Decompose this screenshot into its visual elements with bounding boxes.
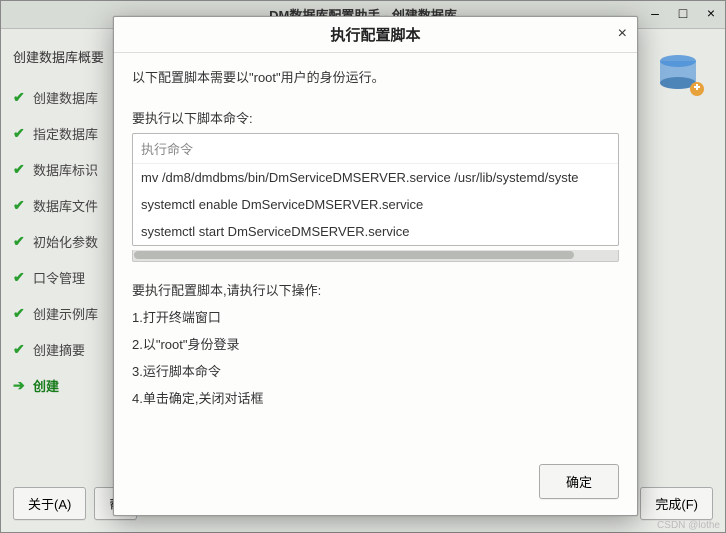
instruction-item: 1.打开终端窗口 [132, 307, 619, 326]
horizontal-scrollbar[interactable] [132, 250, 619, 262]
window-controls: – □ × [645, 3, 721, 23]
command-line[interactable]: systemctl enable DmServiceDMSERVER.servi… [133, 191, 618, 218]
step-label: 初始化参数 [33, 232, 98, 251]
arrow-right-icon: ➔ [13, 377, 27, 394]
dialog-body: 以下配置脚本需要以"root"用户的身份运行。 要执行以下脚本命令: 执行命令 … [114, 53, 637, 454]
step-label: 创建示例库 [33, 304, 98, 323]
check-icon: ✔ [13, 89, 27, 106]
commands-label: 要执行以下脚本命令: [132, 108, 619, 127]
database-icon [643, 39, 713, 109]
instruction-item: 3.运行脚本命令 [132, 361, 619, 380]
check-icon: ✔ [13, 305, 27, 322]
intro-text: 以下配置脚本需要以"root"用户的身份运行。 [132, 67, 619, 86]
instructions-list: 1.打开终端窗口 2.以"root"身份登录 3.运行脚本命令 4.单击确定,关… [132, 307, 619, 407]
check-icon: ✔ [13, 197, 27, 214]
step-label: 指定数据库 [33, 124, 98, 143]
step-label: 创建 [33, 376, 59, 395]
commands-header: 执行命令 [133, 134, 618, 164]
watermark: CSDN @lothe [657, 520, 720, 531]
dialog-footer: 确定 [114, 454, 637, 515]
finish-button[interactable]: 完成(F) [640, 487, 713, 520]
dialog-title: 执行配置脚本 [330, 24, 420, 45]
command-line[interactable]: mv /dm8/dmdbms/bin/DmServiceDMSERVER.ser… [133, 164, 618, 191]
step-label: 创建摘要 [33, 340, 85, 359]
check-icon: ✔ [13, 125, 27, 142]
step-label: 数据库标识 [33, 160, 98, 179]
scrollbar-thumb[interactable] [134, 251, 574, 259]
step-label: 创建数据库 [33, 88, 98, 107]
instruction-item: 2.以"root"身份登录 [132, 334, 619, 353]
about-button[interactable]: 关于(A) [13, 487, 86, 520]
ok-button[interactable]: 确定 [539, 464, 619, 499]
step-label: 数据库文件 [33, 196, 98, 215]
check-icon: ✔ [13, 161, 27, 178]
step-label: 口令管理 [33, 268, 85, 287]
check-icon: ✔ [13, 233, 27, 250]
check-icon: ✔ [13, 341, 27, 358]
close-icon[interactable]: × [618, 25, 627, 43]
close-button[interactable]: × [701, 3, 721, 23]
command-line[interactable]: systemctl start DmServiceDMSERVER.servic… [133, 218, 618, 245]
minimize-button[interactable]: – [645, 3, 665, 23]
dialog-titlebar: 执行配置脚本 × [114, 17, 637, 53]
instructions-label: 要执行配置脚本,请执行以下操作: [132, 280, 619, 299]
commands-box: 执行命令 mv /dm8/dmdbms/bin/DmServiceDMSERVE… [132, 133, 619, 246]
check-icon: ✔ [13, 269, 27, 286]
maximize-button[interactable]: □ [673, 3, 693, 23]
instruction-item: 4.单击确定,关闭对话框 [132, 388, 619, 407]
config-script-dialog: 执行配置脚本 × 以下配置脚本需要以"root"用户的身份运行。 要执行以下脚本… [113, 16, 638, 516]
